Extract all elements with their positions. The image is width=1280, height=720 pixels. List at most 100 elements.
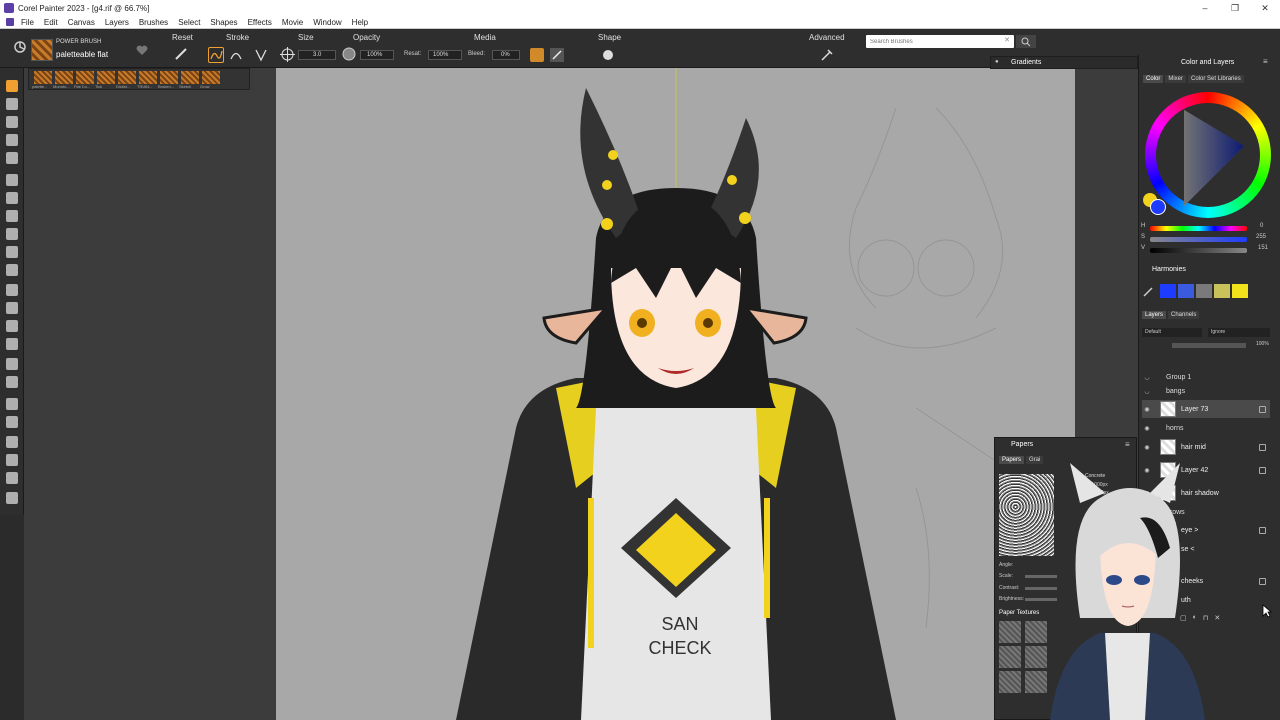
resat-value-field[interactable]: 100% — [428, 50, 462, 60]
menu-edit[interactable]: Edit — [39, 18, 63, 27]
paint-bucket-tool-icon[interactable] — [6, 116, 18, 128]
recent-brush-thumb[interactable] — [55, 71, 73, 84]
menu-window[interactable]: Window — [308, 18, 346, 27]
brush-search-box[interactable]: ✕ — [866, 35, 1014, 49]
magnifier-tool-icon[interactable] — [6, 454, 18, 466]
harmony-swatch[interactable] — [1232, 284, 1248, 298]
stroke-freehand-button[interactable] — [208, 47, 224, 63]
layer-opacity-slider[interactable] — [1172, 343, 1246, 348]
layer-row-selected[interactable]: ◉ Layer 73 — [1142, 400, 1270, 418]
menu-brushes[interactable]: Brushes — [134, 18, 173, 27]
menu-layers[interactable]: Layers — [100, 18, 134, 27]
paper-texture-thumb[interactable] — [999, 646, 1021, 668]
menu-help[interactable]: Help — [347, 18, 373, 27]
tab-color-set-libraries[interactable]: Color Set Libraries — [1188, 75, 1244, 83]
layer-adjuster-tool-icon[interactable] — [6, 174, 18, 186]
paper-texture-thumb[interactable] — [999, 621, 1021, 643]
clear-search-icon[interactable]: ✕ — [1004, 36, 1010, 44]
rect-select-tool-icon[interactable] — [6, 192, 18, 204]
visibility-eye-icon[interactable]: ◉ — [1142, 406, 1152, 413]
size-value-field[interactable]: 3.0 — [298, 50, 336, 60]
saturation-value-triangle[interactable] — [1170, 108, 1250, 208]
shape-dab-icon[interactable] — [601, 48, 615, 62]
gradients-panel-header[interactable]: Gradients ● — [990, 56, 1138, 69]
harmony-swatch[interactable] — [1196, 284, 1212, 298]
search-button[interactable] — [1016, 35, 1036, 48]
layer-lock-icon[interactable] — [1259, 466, 1266, 474]
rectangle-tool-icon[interactable] — [6, 134, 18, 146]
tab-mixer[interactable]: Mixer — [1165, 75, 1187, 83]
stroke-curve-icon[interactable] — [229, 48, 243, 62]
layer-row[interactable]: ◉ horns — [1142, 419, 1270, 437]
harmony-swatch[interactable] — [1160, 284, 1176, 298]
recent-brush-thumb[interactable] — [97, 71, 115, 84]
cloner-tool-icon[interactable] — [6, 376, 18, 388]
magic-wand-tool-icon[interactable] — [6, 228, 18, 240]
close-button[interactable]: ✕ — [1250, 0, 1280, 16]
saturation-slider[interactable] — [1150, 237, 1247, 242]
layer-lock-icon[interactable] — [1259, 526, 1266, 534]
tab-channels[interactable]: Channels — [1168, 311, 1200, 319]
recent-brush-thumb[interactable] — [139, 71, 157, 84]
menu-shapes[interactable]: Shapes — [205, 18, 242, 27]
harmony-swatch[interactable] — [1214, 284, 1230, 298]
active-brush-thumbnail[interactable] — [31, 39, 53, 61]
navigator-tool-icon[interactable] — [6, 492, 18, 504]
drawing-canvas[interactable]: SAN CHECK — [276, 68, 1075, 720]
visibility-eye-icon[interactable]: ◡ — [1142, 388, 1152, 395]
paper-texture-thumb[interactable] — [999, 671, 1021, 693]
shape-selection-tool-icon[interactable] — [6, 338, 18, 350]
grabber-tool-icon[interactable] — [6, 436, 18, 448]
opacity-icon[interactable] — [342, 47, 356, 61]
composite-method-select[interactable]: Default — [1142, 328, 1202, 337]
composite-depth-select[interactable]: Ignore — [1208, 328, 1270, 337]
eraser-tool-icon[interactable] — [6, 152, 18, 164]
layer-row[interactable]: ◡ bangs — [1142, 382, 1270, 400]
layer-lock-icon[interactable] — [1259, 405, 1266, 413]
menu-effects[interactable]: Effects — [243, 18, 277, 27]
brush-variant[interactable]: paletteable flat — [56, 50, 108, 59]
media-palette-button[interactable] — [530, 48, 544, 62]
lasso-tool-icon[interactable] — [6, 210, 18, 222]
layer-row[interactable]: ◉ hair mid — [1142, 438, 1270, 456]
tab-papers[interactable]: Papers — [999, 456, 1025, 464]
stroke-straight-icon[interactable] — [254, 48, 268, 62]
value-slider[interactable] — [1150, 248, 1247, 253]
tab-layers[interactable]: Layers — [1142, 311, 1167, 319]
hue-slider[interactable] — [1150, 226, 1247, 231]
dropper-tool-icon[interactable] — [6, 98, 18, 110]
visibility-eye-icon[interactable]: ◡ — [1142, 374, 1152, 381]
crop-tool-icon[interactable] — [6, 264, 18, 276]
bleed-value-field[interactable]: 0% — [492, 50, 520, 60]
harmony-picker-icon[interactable] — [1142, 286, 1154, 298]
pen-tool-icon[interactable] — [6, 284, 18, 296]
tab-color[interactable]: Color — [1143, 75, 1164, 83]
mirror-tool-icon[interactable] — [6, 398, 18, 410]
minimize-button[interactable]: – — [1190, 0, 1220, 16]
papers-panel-menu-icon[interactable]: ≡ — [1125, 440, 1130, 449]
text-tool-icon[interactable] — [6, 320, 18, 332]
maximize-button[interactable]: ❐ — [1220, 0, 1250, 16]
reset-brush-icon[interactable] — [174, 47, 188, 61]
rotate-page-tool-icon[interactable] — [6, 472, 18, 484]
recent-brush-thumb[interactable] — [202, 71, 220, 84]
layer-lock-icon[interactable] — [1259, 443, 1266, 451]
recent-brush-thumb[interactable] — [118, 71, 136, 84]
panel-menu-icon[interactable]: ≡ — [1263, 57, 1268, 66]
blender-tool-icon[interactable] — [6, 358, 18, 370]
menu-select[interactable]: Select — [173, 18, 205, 27]
advanced-settings-icon[interactable] — [820, 48, 834, 62]
transform-tool-icon[interactable] — [6, 246, 18, 258]
menu-canvas[interactable]: Canvas — [63, 18, 100, 27]
visibility-eye-icon[interactable]: ◉ — [1142, 425, 1152, 432]
recent-brush-thumb[interactable] — [76, 71, 94, 84]
recent-brush-thumb[interactable] — [160, 71, 178, 84]
app-menu-icon[interactable] — [6, 18, 14, 26]
size-target-icon[interactable] — [280, 47, 295, 62]
delete-layer-icon[interactable]: ✕ — [1214, 614, 1220, 624]
favorite-heart-icon[interactable] — [136, 45, 148, 56]
brush-library-icon[interactable] — [13, 40, 27, 54]
recent-brush-thumb[interactable] — [34, 71, 52, 84]
shape-tool-icon[interactable] — [6, 302, 18, 314]
opacity-value-field[interactable]: 100% — [360, 50, 394, 60]
